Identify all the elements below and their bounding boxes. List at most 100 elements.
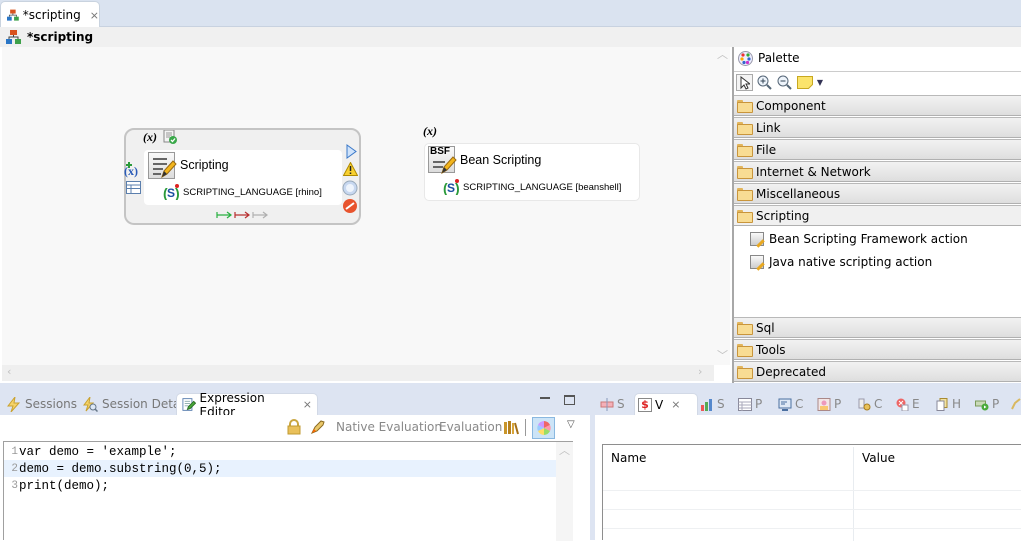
forbidden-icon[interactable] [342,198,358,214]
palette-drawer-tools[interactable]: Tools [734,339,1021,360]
tab-variables[interactable]: $ V ⨯ [634,393,698,415]
note-tool-icon[interactable] [796,74,813,91]
folder-icon [737,366,753,379]
library-icon[interactable] [503,420,519,435]
script-variable-icon: ( S ) [163,184,180,200]
line-number: 3 [11,479,18,492]
palette-entry-label: Bean Scripting Framework action [769,232,968,246]
palette-panel: Palette ▼ Component Link File Internet &… [732,47,1021,383]
bean-scripting-node-property: SCRIPTING_LANGUAGE [beanshell] [463,182,622,193]
scripting-node-property: SCRIPTING_LANGUAGE [rhino] [183,187,322,198]
tab-s1[interactable]: S [600,393,625,415]
tab-label: P [755,397,763,411]
warning-icon[interactable] [343,162,358,176]
drawer-label: Component [756,98,826,113]
editor-tab-scripting[interactable]: *scripting ⨯ [0,1,100,28]
overflow-tool-icon[interactable] [1011,398,1021,410]
link-arrows-icon[interactable] [216,210,272,220]
validated-document-icon [163,130,177,144]
tab-s2[interactable]: S [700,393,725,415]
palette-entry-bsf-action[interactable]: Bean Scripting Framework action [750,229,968,249]
drawer-label: Scripting [756,208,810,223]
scroll-right-icon[interactable]: › [698,365,702,378]
tab-p1[interactable]: P [738,393,762,415]
code-line[interactable]: 1 var demo = 'example'; [4,443,556,460]
table-row-divider [603,528,1021,529]
scroll-up-icon[interactable]: ︿ [559,442,570,458]
dropdown-arrow-icon[interactable]: ▼ [816,74,824,91]
close-tab-icon[interactable]: ⨯ [303,398,312,411]
edit-document-icon [182,398,196,411]
folder-icon [737,100,753,113]
code-vertical-scrollbar[interactable]: ︿ [556,442,573,541]
session-detail-icon [83,396,98,412]
tab-label: P [834,397,842,411]
rocket-icon[interactable] [310,419,326,435]
circle-status-icon[interactable] [342,180,358,196]
drawer-label: Link [756,120,781,135]
column-header-value[interactable]: Value [854,445,1021,471]
tab-session-detail[interactable]: Session Detail [78,393,192,415]
drawer-label: Tools [756,342,786,357]
view-menu-icon[interactable]: ▽ [567,419,575,430]
lock-icon[interactable] [286,419,302,435]
table-row-divider [603,490,1021,491]
column-header-name[interactable]: Name [603,445,853,471]
palette-drawer-scripting[interactable]: Scripting [734,205,1021,226]
breakpoint-icon [600,397,614,411]
palette-drawer-component[interactable]: Component [734,95,1021,116]
color-wheel-button[interactable] [532,417,555,439]
tab-p2[interactable]: P [817,393,841,415]
select-tool-icon[interactable] [736,74,753,91]
palette-drawer-link[interactable]: Link [734,117,1021,138]
palette-drawer-internet-network[interactable]: Internet & Network [734,161,1021,182]
canvas-vertical-scrollbar[interactable]: ︿ ﹀ [714,47,730,365]
expression-editor-toolbar: Native Evaluation Evaluation ▽ [0,415,590,441]
code-line-current[interactable]: 2 demo = demo.substring(0,5); [4,460,556,477]
palette-header[interactable]: Palette [734,47,1021,69]
tab-console[interactable]: C [778,393,803,415]
folder-icon [737,122,753,135]
tab-sessions[interactable]: Sessions [2,393,82,415]
tab-expression-editor[interactable]: Expression Editor ⨯ [176,391,318,419]
zoom-out-icon[interactable] [776,74,793,91]
palette-entry-java-native-scripting[interactable]: Java native scripting action [750,252,932,272]
code-text: print(demo); [19,478,110,493]
folder-icon [737,166,753,179]
scroll-left-icon[interactable]: ‹ [7,365,11,378]
palette-drawer-miscellaneous[interactable]: Miscellaneous [734,183,1021,204]
bean-scripting-node-title: Bean Scripting [460,153,542,167]
evaluation-button[interactable]: Evaluation [439,420,502,434]
tab-error[interactable]: E [895,393,920,415]
minimize-icon[interactable] [540,397,550,399]
table-icon[interactable] [126,181,141,194]
tab-label: S [717,397,725,411]
console-icon [778,398,792,411]
scroll-up-icon[interactable]: ︿ [717,46,728,62]
code-text: demo = demo.substring(0,5); [19,461,222,476]
folder-icon [737,188,753,201]
code-line[interactable]: 3 print(demo); [4,477,556,494]
palette-drawer-sql[interactable]: Sql [734,317,1021,338]
maximize-icon[interactable] [564,395,575,405]
pencil-icon [161,160,177,179]
zoom-in-icon[interactable] [756,74,773,91]
tab-history[interactable]: H [935,393,961,415]
palette-drawer-file[interactable]: File [734,139,1021,160]
code-editor[interactable]: 1 var demo = 'example'; 2 demo = demo.su… [3,441,573,541]
native-evaluation-button[interactable]: Native Evaluation [336,420,442,434]
palette-drawer-deprecated[interactable]: Deprecated [734,361,1021,382]
close-tab-icon[interactable]: ⨯ [90,9,99,22]
tab-c2[interactable]: C [857,393,882,415]
drawer-label: File [756,142,777,157]
scroll-down-icon[interactable]: ﹀ [717,347,728,363]
java-script-action-icon [750,255,764,269]
canvas-horizontal-scrollbar[interactable]: ‹ › [2,365,714,381]
tab-p3[interactable]: P [975,393,999,415]
play-icon[interactable] [345,144,357,159]
expression-editor-panel: Sessions Session Detail Expression Edito… [0,389,590,541]
variable-input-icon[interactable]: (x) [124,162,142,178]
properties-table-icon [738,397,752,411]
close-tab-icon[interactable]: ⨯ [671,398,680,411]
variable-marker: (x) [143,130,157,144]
